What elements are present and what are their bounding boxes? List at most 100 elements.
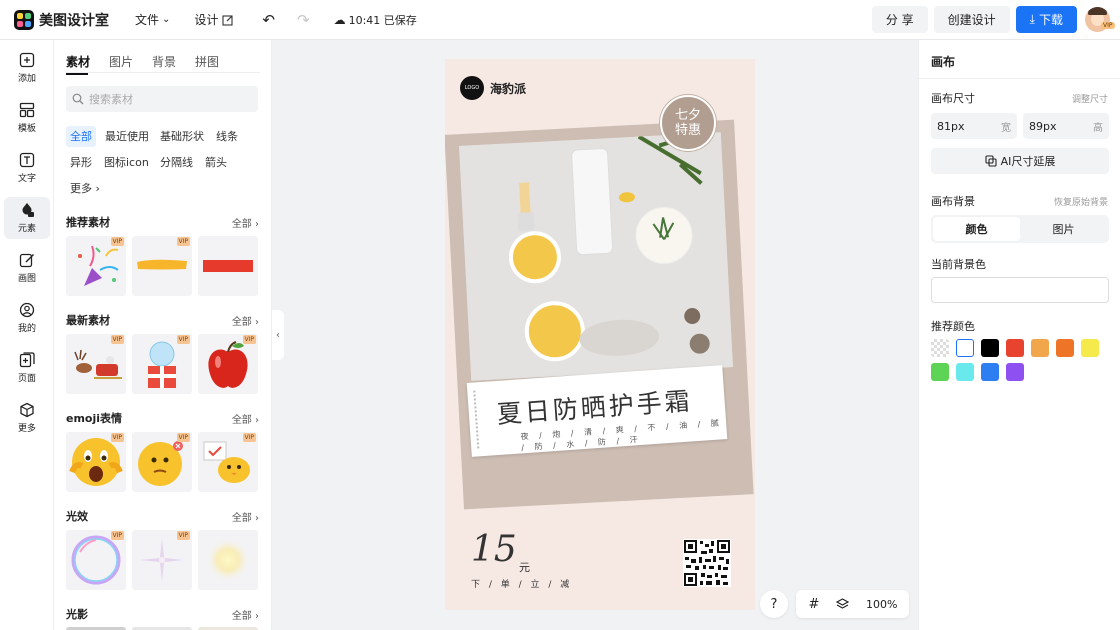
rail-item-more[interactable]: 更多 bbox=[4, 397, 50, 439]
asset-thumb-chick-emoji[interactable]: VIP bbox=[198, 432, 258, 492]
collapse-panel-handle[interactable]: ‹ bbox=[272, 310, 284, 360]
chip-irregular[interactable]: 异形 bbox=[66, 152, 96, 173]
active-tab-indicator bbox=[66, 73, 88, 75]
see-all-link[interactable]: 全部 › bbox=[232, 313, 259, 328]
create-design-button[interactable]: 创建设计 bbox=[933, 6, 1010, 33]
tab-backgrounds[interactable]: 背景 bbox=[152, 53, 176, 70]
rail-item-mine[interactable]: 我的 bbox=[4, 297, 50, 339]
swatch-black[interactable] bbox=[981, 339, 999, 357]
see-all-link[interactable]: 全部 › bbox=[232, 411, 259, 426]
file-menu[interactable]: 文件 ⌄ bbox=[135, 11, 170, 28]
swatch-cyan[interactable] bbox=[956, 363, 974, 381]
bg-type-image[interactable]: 图片 bbox=[1020, 217, 1107, 241]
swatch-light-orange[interactable] bbox=[1031, 339, 1049, 357]
asset-thumb-apple[interactable]: VIP bbox=[198, 334, 258, 394]
asset-thumb-thinking-emoji[interactable]: VIP bbox=[132, 432, 192, 492]
swatch-transparent[interactable] bbox=[931, 339, 949, 357]
rail-item-template[interactable]: 模板 bbox=[4, 97, 50, 139]
rail-item-add[interactable]: 添加 bbox=[4, 47, 50, 89]
chip-arrows[interactable]: 箭头 bbox=[201, 152, 231, 173]
section-title-latest: 最新素材 bbox=[66, 314, 110, 327]
current-bg-color-field[interactable] bbox=[931, 277, 1109, 303]
page-icon bbox=[19, 352, 35, 368]
share-button[interactable]: 分 享 bbox=[871, 6, 928, 33]
rail-label: 画图 bbox=[17, 274, 36, 284]
asset-thumb-reindeer-sleigh[interactable]: VIP bbox=[66, 334, 126, 394]
edit-icon bbox=[222, 14, 233, 26]
logo-icon bbox=[14, 9, 34, 30]
tab-images[interactable]: 图片 bbox=[109, 53, 133, 70]
download-label: 下载 bbox=[1038, 13, 1063, 27]
rail-item-text[interactable]: 文字 bbox=[4, 147, 50, 189]
chip-recent[interactable]: 最近使用 bbox=[101, 126, 153, 147]
rail-item-draw[interactable]: 画图 bbox=[4, 247, 50, 289]
asset-thumb-snow-globe[interactable]: VIP bbox=[132, 334, 192, 394]
chip-all[interactable]: 全部 bbox=[66, 126, 96, 147]
swatch-blue[interactable] bbox=[981, 363, 999, 381]
swatch-red[interactable] bbox=[1006, 339, 1024, 357]
vip-badge: VIP bbox=[176, 237, 190, 246]
cloud-icon: ☁ bbox=[333, 12, 346, 27]
search-input[interactable]: 搜索素材 bbox=[66, 86, 258, 112]
asset-thumb-sparkle[interactable]: VIP bbox=[132, 530, 192, 590]
template-icon bbox=[19, 102, 35, 118]
swatch-orange[interactable] bbox=[1056, 339, 1074, 357]
asset-thumb-confetti[interactable]: VIP bbox=[66, 236, 126, 296]
ai-resize-icon bbox=[985, 155, 997, 167]
height-field[interactable]: 89px 高 bbox=[1023, 113, 1109, 139]
grid-icon[interactable]: # bbox=[800, 590, 828, 618]
save-status: ☁ 10:41 已保存 bbox=[334, 12, 417, 28]
asset-thumb-brush-stroke[interactable]: VIP bbox=[132, 236, 192, 296]
ai-resize-button[interactable]: AI尺寸延展 bbox=[931, 148, 1109, 174]
glow-icon bbox=[206, 538, 250, 582]
poster-price-unit: 元 bbox=[519, 561, 530, 574]
design-canvas[interactable]: LOGO 海豹派 七夕 特惠 夏日防晒护手霜 夜 / 炮 / 清 / 爽 / 不… bbox=[445, 59, 755, 610]
design-menu[interactable]: 设计 bbox=[194, 11, 234, 28]
chip-dividers[interactable]: 分隔线 bbox=[156, 152, 197, 173]
restore-bg-link[interactable]: 恢复原始背景 bbox=[1054, 195, 1108, 208]
swatch-yellow[interactable] bbox=[1081, 339, 1099, 357]
vip-badge: VIP bbox=[242, 433, 256, 442]
promo-stamp: 七夕 特惠 bbox=[660, 95, 716, 151]
vip-badge: VIP bbox=[110, 335, 124, 344]
bg-type-switch: 颜色 图片 bbox=[931, 215, 1109, 243]
text-icon bbox=[19, 152, 35, 168]
tab-materials[interactable]: 素材 bbox=[66, 53, 90, 70]
chip-icons[interactable]: 图标icon bbox=[100, 152, 153, 173]
zoom-level[interactable]: 100% bbox=[856, 598, 905, 611]
help-button[interactable]: ? bbox=[760, 590, 788, 618]
file-menu-label: 文件 bbox=[135, 13, 160, 27]
swatch-purple[interactable] bbox=[1006, 363, 1024, 381]
panel-title: 画布 bbox=[931, 55, 956, 69]
asset-thumb-red-bar[interactable] bbox=[198, 236, 258, 296]
adjust-size-link[interactable]: 调整尺寸 bbox=[1072, 92, 1108, 105]
left-rail: 添加 模板 文字 元素 画图 我的 页面 更多 bbox=[0, 40, 54, 630]
stamp-line2: 特惠 bbox=[674, 123, 701, 138]
chip-basic-shapes[interactable]: 基础形状 bbox=[156, 126, 208, 147]
section-title-light-effects: 光效 bbox=[66, 510, 88, 523]
asset-thumb-shocked-emoji[interactable]: VIP bbox=[66, 432, 126, 492]
chevron-left-icon: ‹ bbox=[276, 329, 280, 341]
swatch-white[interactable] bbox=[956, 339, 974, 357]
rail-item-pages[interactable]: 页面 bbox=[4, 347, 50, 389]
asset-thumb-glow[interactable] bbox=[198, 530, 258, 590]
design-menu-label: 设计 bbox=[194, 13, 219, 27]
undo-icon[interactable]: ↶ bbox=[262, 11, 275, 29]
bg-type-color[interactable]: 颜色 bbox=[933, 217, 1020, 241]
chip-lines[interactable]: 线条 bbox=[212, 126, 242, 147]
app-logo[interactable]: 美图设计室 bbox=[14, 9, 109, 30]
width-field[interactable]: 81px 宽 bbox=[931, 113, 1017, 139]
tab-collage[interactable]: 拼图 bbox=[195, 53, 219, 70]
vip-badge: VIP bbox=[242, 335, 256, 344]
asset-thumb-bubble[interactable]: VIP bbox=[66, 530, 126, 590]
download-button[interactable]: ⤓ 下载 bbox=[1015, 6, 1077, 33]
see-all-link[interactable]: 全部 › bbox=[232, 607, 259, 622]
see-all-link[interactable]: 全部 › bbox=[232, 509, 259, 524]
see-all-link[interactable]: 全部 › bbox=[232, 215, 259, 230]
rail-label: 页面 bbox=[17, 374, 36, 384]
chip-more[interactable]: 更多 › bbox=[66, 178, 104, 199]
rail-item-elements[interactable]: 元素 bbox=[4, 197, 50, 239]
layers-icon[interactable] bbox=[828, 590, 856, 618]
redo-icon[interactable]: ↷ bbox=[297, 11, 310, 29]
swatch-green[interactable] bbox=[931, 363, 949, 381]
